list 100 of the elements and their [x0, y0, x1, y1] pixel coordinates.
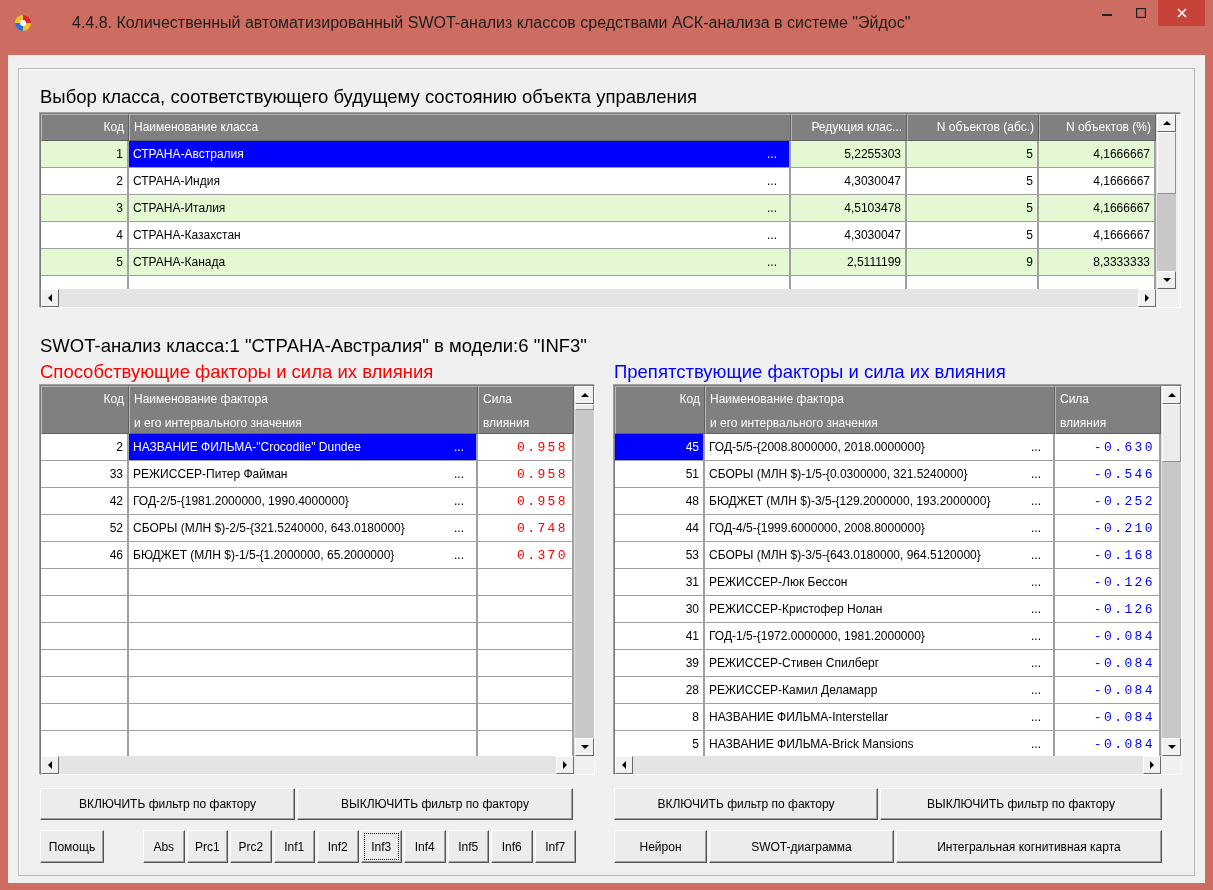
scroll-thumb[interactable]	[1162, 404, 1181, 462]
model-button[interactable]: Inf4	[404, 830, 446, 863]
ellipsis-button[interactable]: ...	[767, 201, 777, 215]
model-button[interactable]: Inf3	[360, 830, 402, 863]
table-cell[interactable]: СБОРЫ (МЛН $)-3/5-{643.0180000, 964.5120000} ...	[705, 542, 1055, 569]
table-cell[interactable]: НАЗВАНИЕ ФИЛЬМА-Interstellar ...	[705, 704, 1055, 731]
table-cell[interactable]: БЮДЖЕТ (МЛН $)-1/5-{1.2000000, 65.2000000} ...	[129, 542, 478, 569]
scroll-left-button[interactable]	[615, 756, 633, 774]
model-button[interactable]: Inf5	[447, 830, 489, 863]
ellipsis-button[interactable]: ...	[767, 255, 777, 269]
horizontal-scrollbar[interactable]	[615, 756, 1161, 774]
ellipsis-button[interactable]: ...	[1031, 575, 1041, 589]
ellipsis-button[interactable]: ...	[1031, 656, 1041, 670]
column-header[interactable]: Код	[615, 386, 705, 434]
table-cell[interactable]: 30	[615, 596, 705, 623]
table-cell[interactable]: 41	[615, 623, 705, 650]
column-header[interactable]: Наименование фактора и его интервального значения	[705, 386, 1055, 434]
table-cell[interactable]: 8	[615, 704, 705, 731]
action-button[interactable]: Нейрон	[614, 830, 707, 863]
scroll-up-button[interactable]	[1162, 386, 1181, 404]
ellipsis-button[interactable]: ...	[454, 521, 464, 535]
table-cell[interactable]: РЕЖИССЕР-Питер Файман ...	[129, 461, 478, 488]
horizontal-scrollbar[interactable]	[41, 756, 574, 774]
table-cell[interactable]: ГОД-2/5-{1981.2000000, 1990.4000000} ...	[129, 488, 478, 515]
ellipsis-button[interactable]: ...	[1031, 737, 1041, 751]
ellipsis-button[interactable]: ...	[1031, 521, 1041, 535]
table-cell[interactable]: ГОД-1/5-{1972.0000000, 1981.2000000} ...	[705, 623, 1055, 650]
vertical-scrollbar[interactable]	[1156, 114, 1176, 289]
table-cell[interactable]: РЕЖИССЕР-Стивен Спилберг ...	[705, 650, 1055, 677]
column-header[interactable]: N объектов (%)	[1039, 114, 1156, 141]
ellipsis-button[interactable]: ...	[1031, 548, 1041, 562]
scroll-left-button[interactable]	[41, 756, 59, 774]
model-button[interactable]: Prc1	[186, 830, 228, 863]
action-button[interactable]: SWOT-диаграмма	[709, 830, 894, 863]
table-cell[interactable]: 39	[615, 650, 705, 677]
table-cell[interactable]: 31	[615, 569, 705, 596]
ellipsis-button[interactable]: ...	[454, 467, 464, 481]
table-cell[interactable]: СБОРЫ (МЛН $)-1/5-{0.0300000, 321.5240000} ...	[705, 461, 1055, 488]
scroll-down-button[interactable]	[575, 738, 594, 756]
scroll-up-button[interactable]	[1157, 114, 1176, 132]
column-header[interactable]: Код	[41, 386, 129, 434]
column-header[interactable]: Сила влияния	[478, 386, 574, 434]
table-cell[interactable]: БЮДЖЕТ (МЛН $)-3/5-{129.2000000, 193.2000000} ...	[705, 488, 1055, 515]
vertical-scrollbar[interactable]	[574, 386, 594, 756]
scroll-thumb[interactable]	[1157, 132, 1176, 194]
table-cell[interactable]: 45	[615, 434, 705, 461]
action-button[interactable]: Интегральная когнитивная карта	[896, 830, 1162, 863]
model-button[interactable]: Inf6	[491, 830, 533, 863]
column-header[interactable]: Код	[41, 114, 129, 141]
ellipsis-button[interactable]: ...	[1031, 602, 1041, 616]
scroll-right-button[interactable]	[1143, 756, 1161, 774]
column-header[interactable]: N объектов (абс.)	[907, 114, 1039, 141]
model-button[interactable]: Inf7	[534, 830, 576, 863]
scroll-right-button[interactable]	[556, 756, 574, 774]
model-button[interactable]: Inf1	[273, 830, 315, 863]
filter-button[interactable]: ВКЛЮЧИТЬ фильтр по фактору	[40, 788, 295, 820]
close-button[interactable]	[1158, 0, 1205, 26]
table-cell[interactable]: СТРАНА-Казахстан ...	[129, 222, 791, 249]
model-button[interactable]: Prc2	[230, 830, 272, 863]
ellipsis-button[interactable]: ...	[1031, 710, 1041, 724]
ellipsis-button[interactable]: ...	[454, 440, 464, 454]
model-button[interactable]: Abs	[143, 830, 185, 863]
model-button[interactable]: Inf2	[317, 830, 359, 863]
table-cell[interactable]: 53	[615, 542, 705, 569]
filter-button[interactable]: ВЫКЛЮЧИТЬ фильтр по фактору	[880, 788, 1162, 820]
table-cell[interactable]: СТРАНА-Австралия ...	[129, 141, 791, 168]
table-cell[interactable]: РЕЖИССЕР-Кристофер Нолан ...	[705, 596, 1055, 623]
column-header[interactable]: Сила влияния	[1055, 386, 1161, 434]
table-cell[interactable]: НАЗВАНИЕ ФИЛЬМА-"Crocodile" Dundee ...	[129, 434, 478, 461]
table-cell[interactable]: 48	[615, 488, 705, 515]
table-cell[interactable]: СТРАНА-Канада ...	[129, 249, 791, 276]
column-header[interactable]: Редукция клас...	[791, 114, 907, 141]
ellipsis-button[interactable]: ...	[1031, 494, 1041, 508]
column-header[interactable]: Наименование класса	[129, 114, 791, 141]
table-cell[interactable]: РЕЖИССЕР-Люк Бессон ...	[705, 569, 1055, 596]
column-header[interactable]: Наименование фактора и его интервального значения	[129, 386, 478, 434]
table-cell[interactable]: СТРАНА-Индия ...	[129, 168, 791, 195]
filter-button[interactable]: ВКЛЮЧИТЬ фильтр по фактору	[614, 788, 878, 820]
ellipsis-button[interactable]: ...	[767, 228, 777, 242]
table-cell[interactable]: 51	[615, 461, 705, 488]
ellipsis-button[interactable]: ...	[767, 147, 777, 161]
scroll-left-button[interactable]	[41, 289, 59, 307]
scroll-down-button[interactable]	[1162, 738, 1181, 756]
ellipsis-button[interactable]: ...	[454, 548, 464, 562]
ellipsis-button[interactable]: ...	[1031, 629, 1041, 643]
table-cell[interactable]: ГОД-4/5-{1999.6000000, 2008.8000000} ...	[705, 515, 1055, 542]
ellipsis-button[interactable]: ...	[1031, 683, 1041, 697]
table-cell[interactable]: РЕЖИССЕР-Камил Деламарр ...	[705, 677, 1055, 704]
ellipsis-button[interactable]: ...	[1031, 467, 1041, 481]
ellipsis-button[interactable]: ...	[1031, 440, 1041, 454]
table-cell[interactable]: СБОРЫ (МЛН $)-2/5-{321.5240000, 643.0180000} ...	[129, 515, 478, 542]
scroll-thumb[interactable]	[575, 404, 594, 410]
table-cell[interactable]: 44	[615, 515, 705, 542]
scroll-up-button[interactable]	[575, 386, 594, 404]
table-cell[interactable]: СТРАНА-Италия ...	[129, 195, 791, 222]
table-cell[interactable]: 28	[615, 677, 705, 704]
ellipsis-button[interactable]: ...	[767, 174, 777, 188]
horizontal-scrollbar[interactable]	[41, 289, 1156, 307]
vertical-scrollbar[interactable]	[1161, 386, 1181, 756]
table-cell[interactable]: ГОД-5/5-{2008.8000000, 2018.0000000} ...	[705, 434, 1055, 461]
